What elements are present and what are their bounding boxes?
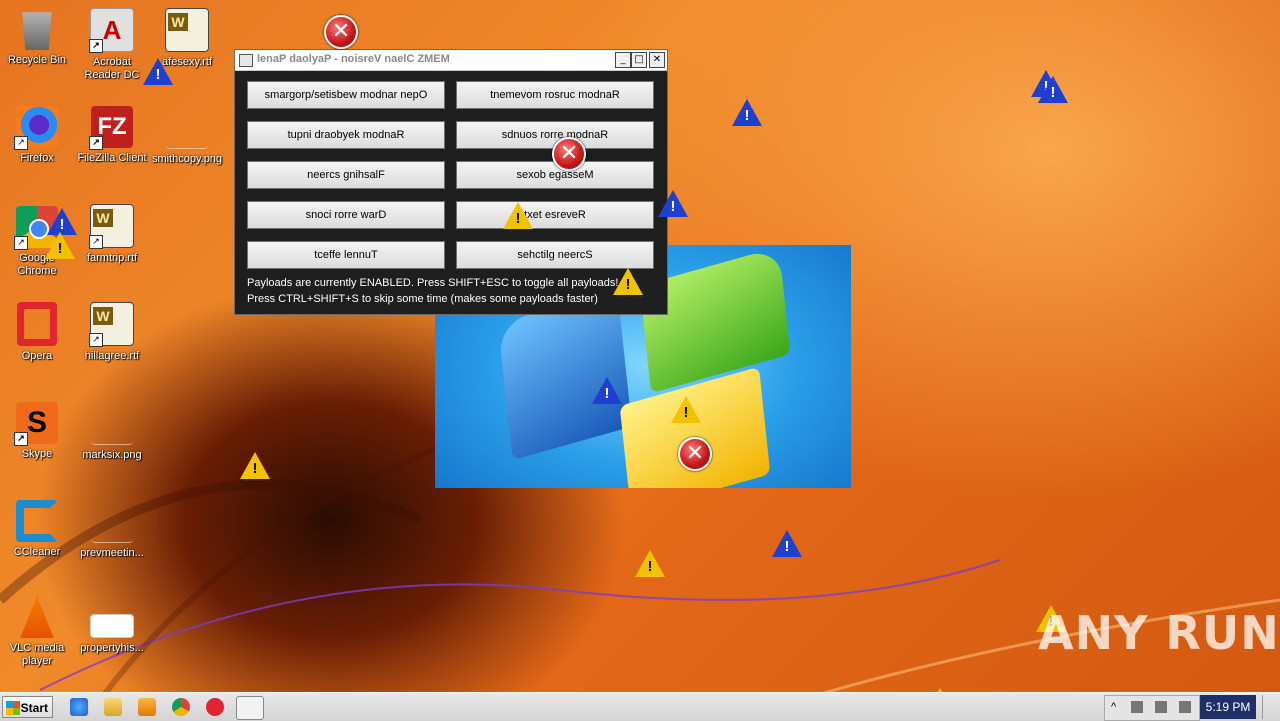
- png-file-icon: [91, 424, 133, 445]
- desktop-icon-filezilla[interactable]: FZ ↗ FileZilla Client: [75, 106, 149, 165]
- random-cursor-movement-button[interactable]: tnemevom rosruc modnaR: [456, 81, 654, 109]
- shortcut-arrow-icon: ↗: [89, 136, 103, 150]
- reverse-text-button[interactable]: txet esreveR: [456, 201, 654, 229]
- minimize-button[interactable]: _: [615, 52, 631, 68]
- shortcut-arrow-icon: ↗: [14, 236, 28, 250]
- opera-icon: [17, 302, 57, 346]
- desktop-icon-firefox[interactable]: ↗ Firefox: [0, 106, 74, 165]
- window-body: smargorp/setisbew modnar nepO tnemevom r…: [235, 71, 667, 314]
- network-icon[interactable]: [1155, 701, 1167, 713]
- desktop-icon-hillagree[interactable]: ↗ hillagree.rtf: [75, 302, 149, 363]
- recycle-bin-icon: [22, 12, 52, 50]
- flag-icon[interactable]: [1179, 701, 1191, 713]
- tunnel-effect-button[interactable]: tceffe lennuT: [247, 241, 445, 269]
- desktop-icon-label: CCleaner: [13, 546, 61, 558]
- filezilla-icon: FZ ↗: [89, 106, 133, 150]
- opera-taskbar-icon[interactable]: [206, 698, 224, 716]
- desktop-icon-skype[interactable]: S ↗ Skype: [0, 402, 74, 461]
- app-icon: [239, 54, 253, 67]
- anyrun-watermark: ANY RUN: [1038, 606, 1280, 660]
- word-doc-icon: [165, 8, 209, 52]
- show-desktop-button[interactable]: [1262, 695, 1279, 719]
- random-keyboard-input-button[interactable]: tupni draobyek modnaR: [247, 121, 445, 149]
- desktop-icon-label: Opera: [21, 350, 53, 362]
- desktop-icon-smithcopy[interactable]: smithcopy.png: [150, 106, 224, 166]
- desktop-icon-label: Firefox: [20, 152, 54, 164]
- acrobat-icon: A ↗: [89, 8, 134, 53]
- screen-glitches-button[interactable]: sehctilg neercS: [456, 241, 654, 269]
- desktop-icon-label: Skype: [21, 448, 53, 460]
- desktop-icon-propertyhis[interactable]: propertyhis...: [75, 596, 149, 655]
- desktop-icon-label: Recycle Bin: [7, 54, 67, 66]
- desktop-icon-vlc[interactable]: VLC media player: [0, 596, 74, 668]
- error-icon: ✕: [678, 437, 712, 471]
- taskbar: Start ^ 5:19 PM: [0, 692, 1280, 721]
- maximize-button[interactable]: □: [631, 52, 647, 68]
- skype-icon: S ↗: [14, 402, 58, 446]
- flashing-screen-button[interactable]: neercs gnihsalF: [247, 161, 445, 189]
- error-icon: ✕: [324, 15, 358, 49]
- desktop-icon-label: Acrobat Reader DC: [84, 56, 140, 81]
- desktop-icon-safesexy[interactable]: afesexy.rtf: [150, 8, 224, 69]
- shortcut-arrow-icon: ↗: [89, 235, 103, 249]
- taskbar-clock[interactable]: 5:19 PM: [1200, 695, 1256, 719]
- desktop-icon-prevmeetin[interactable]: prevmeetin...: [75, 500, 149, 560]
- status-line-payloads: Payloads are currently ENABLED. Press SH…: [247, 277, 619, 289]
- desktop-icon-label: afesexy.rtf: [162, 56, 212, 68]
- desktop-icon-marksix[interactable]: marksix.png: [75, 402, 149, 462]
- file-icon: [90, 614, 134, 638]
- shortcut-arrow-icon: ↗: [89, 39, 103, 53]
- desktop-icon-label: propertyhis...: [80, 642, 144, 654]
- png-file-icon: [166, 128, 208, 149]
- desktop-icon-opera[interactable]: Opera: [0, 302, 74, 363]
- desktop-icon-label: FileZilla Client: [77, 152, 147, 164]
- desktop-icon-label: farmtrip.rtf: [86, 252, 138, 264]
- desktop-icon-label: marksix.png: [82, 449, 142, 461]
- open-random-websites-button[interactable]: smargorp/setisbew modnar nepO: [247, 81, 445, 109]
- desktop-icon-recycle-bin[interactable]: Recycle Bin: [0, 8, 74, 67]
- show-hidden-icons-icon[interactable]: ^: [1111, 701, 1123, 713]
- desktop-icon-label: smithcopy.png: [151, 153, 223, 165]
- firefox-icon: ↗: [14, 106, 58, 150]
- shortcut-arrow-icon: ↗: [14, 432, 28, 446]
- desktop-icon-ccleaner[interactable]: CCleaner: [0, 500, 74, 559]
- media-player-taskbar-icon[interactable]: [138, 698, 156, 716]
- shortcut-arrow-icon: ↗: [14, 136, 28, 150]
- desktop-icon-label: VLC media player: [9, 642, 65, 667]
- memz-taskbar-button[interactable]: [236, 696, 264, 720]
- ccleaner-icon: [16, 500, 58, 542]
- window-title: lenaP daolyaP - noisreV naelC ZMEM: [257, 53, 450, 65]
- desktop-icon-label: hillagree.rtf: [84, 350, 140, 362]
- desktop-icon-farmtrip[interactable]: ↗ farmtrip.rtf: [75, 204, 149, 265]
- desktop-icon-acrobat[interactable]: A ↗ Acrobat Reader DC: [75, 8, 149, 82]
- explorer-taskbar-icon[interactable]: [104, 698, 122, 716]
- volume-icon[interactable]: [1131, 701, 1143, 713]
- logo-pane-blue: [498, 289, 632, 461]
- chrome-taskbar-icon[interactable]: [172, 698, 190, 716]
- error-icon: ✕: [552, 137, 586, 171]
- word-doc-icon: ↗: [89, 204, 134, 249]
- vlc-icon: [20, 596, 54, 638]
- start-button[interactable]: Start: [2, 696, 53, 718]
- desktop-icon-label: prevmeetin...: [80, 547, 144, 559]
- payload-panel-window[interactable]: lenaP daolyaP - noisreV naelC ZMEM _ □ ✕…: [234, 49, 668, 315]
- message-boxes-button[interactable]: sexob egasseM: [456, 161, 654, 189]
- ie-taskbar-icon[interactable]: [70, 698, 88, 716]
- shortcut-arrow-icon: ↗: [89, 333, 103, 347]
- word-doc-icon: ↗: [89, 302, 134, 347]
- titlebar[interactable]: lenaP daolyaP - noisreV naelC ZMEM _ □ ✕: [235, 50, 667, 71]
- draw-error-icons-button[interactable]: snoci rorre warD: [247, 201, 445, 229]
- status-line-skip-time: Press CTRL+SHIFT+S to skip some time (ma…: [247, 293, 598, 305]
- system-tray: ^: [1104, 695, 1200, 721]
- file-icon: [91, 522, 133, 543]
- close-button[interactable]: ✕: [649, 52, 665, 68]
